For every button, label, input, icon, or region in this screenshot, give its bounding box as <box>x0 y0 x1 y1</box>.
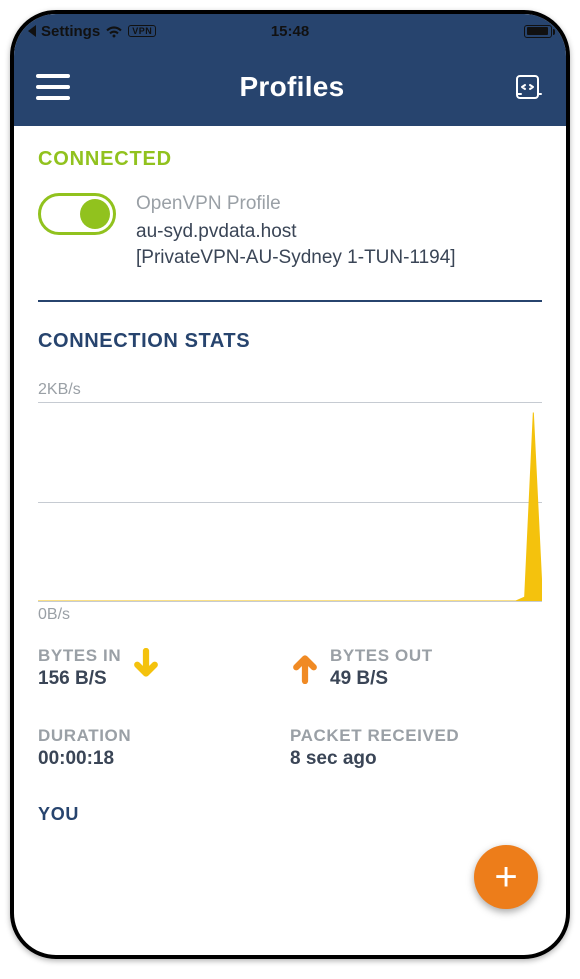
status-bar: Settings VPN 15:48 <box>14 14 566 48</box>
plus-icon: + <box>494 857 517 897</box>
bytes-in-label: BYTES IN <box>38 646 121 666</box>
duration-value: 00:00:18 <box>38 748 290 770</box>
profile-row: OpenVPN Profile au-syd.pvdata.host [Priv… <box>38 193 542 270</box>
packet-value: 8 sec ago <box>290 748 542 770</box>
stat-bytes-in: BYTES IN 156 B/S <box>38 646 290 690</box>
bytes-in-value: 156 B/S <box>38 668 121 690</box>
arrow-down-icon <box>131 648 161 689</box>
back-app-label[interactable]: Settings <box>41 23 100 40</box>
phone-frame: Settings VPN 15:48 Profiles CONNECTED <box>10 10 570 959</box>
stat-duration: DURATION 00:00:18 <box>38 726 290 770</box>
connection-toggle[interactable] <box>38 193 116 235</box>
stat-bytes-out: BYTES OUT 49 B/S <box>290 646 542 690</box>
you-section-header: YOU <box>38 804 542 825</box>
menu-icon[interactable] <box>36 74 70 100</box>
divider <box>38 300 542 302</box>
stats-title: CONNECTION STATS <box>38 330 542 353</box>
battery-icon <box>524 25 552 38</box>
bytes-out-label: BYTES OUT <box>330 646 433 666</box>
chart-y-top: 2KB/s <box>38 381 542 399</box>
bytes-out-value: 49 B/S <box>330 668 433 690</box>
page-title: Profiles <box>239 71 344 103</box>
toggle-knob <box>80 199 110 229</box>
profile-host: au-syd.pvdata.host [PrivateVPN-AU-Sydney… <box>136 219 542 270</box>
stat-packet: PACKET RECEIVED 8 sec ago <box>290 726 542 770</box>
profile-detail-text: [PrivateVPN-AU-Sydney 1-TUN-1194] <box>136 247 456 268</box>
duration-label: DURATION <box>38 726 290 746</box>
add-profile-button[interactable]: + <box>474 845 538 909</box>
chart-series <box>38 403 542 601</box>
wifi-icon <box>105 25 123 38</box>
profile-type-label: OpenVPN Profile <box>136 193 542 215</box>
back-chevron-icon[interactable] <box>28 25 36 37</box>
vpn-badge: VPN <box>128 25 156 37</box>
arrow-up-icon <box>290 648 320 689</box>
clock: 15:48 <box>203 23 378 40</box>
app-navbar: Profiles <box>14 48 566 126</box>
throughput-chart <box>38 402 542 602</box>
profile-host-text: au-syd.pvdata.host <box>136 221 297 242</box>
packet-label: PACKET RECEIVED <box>290 726 542 746</box>
chart-y-bottom: 0B/s <box>38 606 542 624</box>
log-icon[interactable] <box>514 72 544 102</box>
connection-status: CONNECTED <box>38 148 542 171</box>
